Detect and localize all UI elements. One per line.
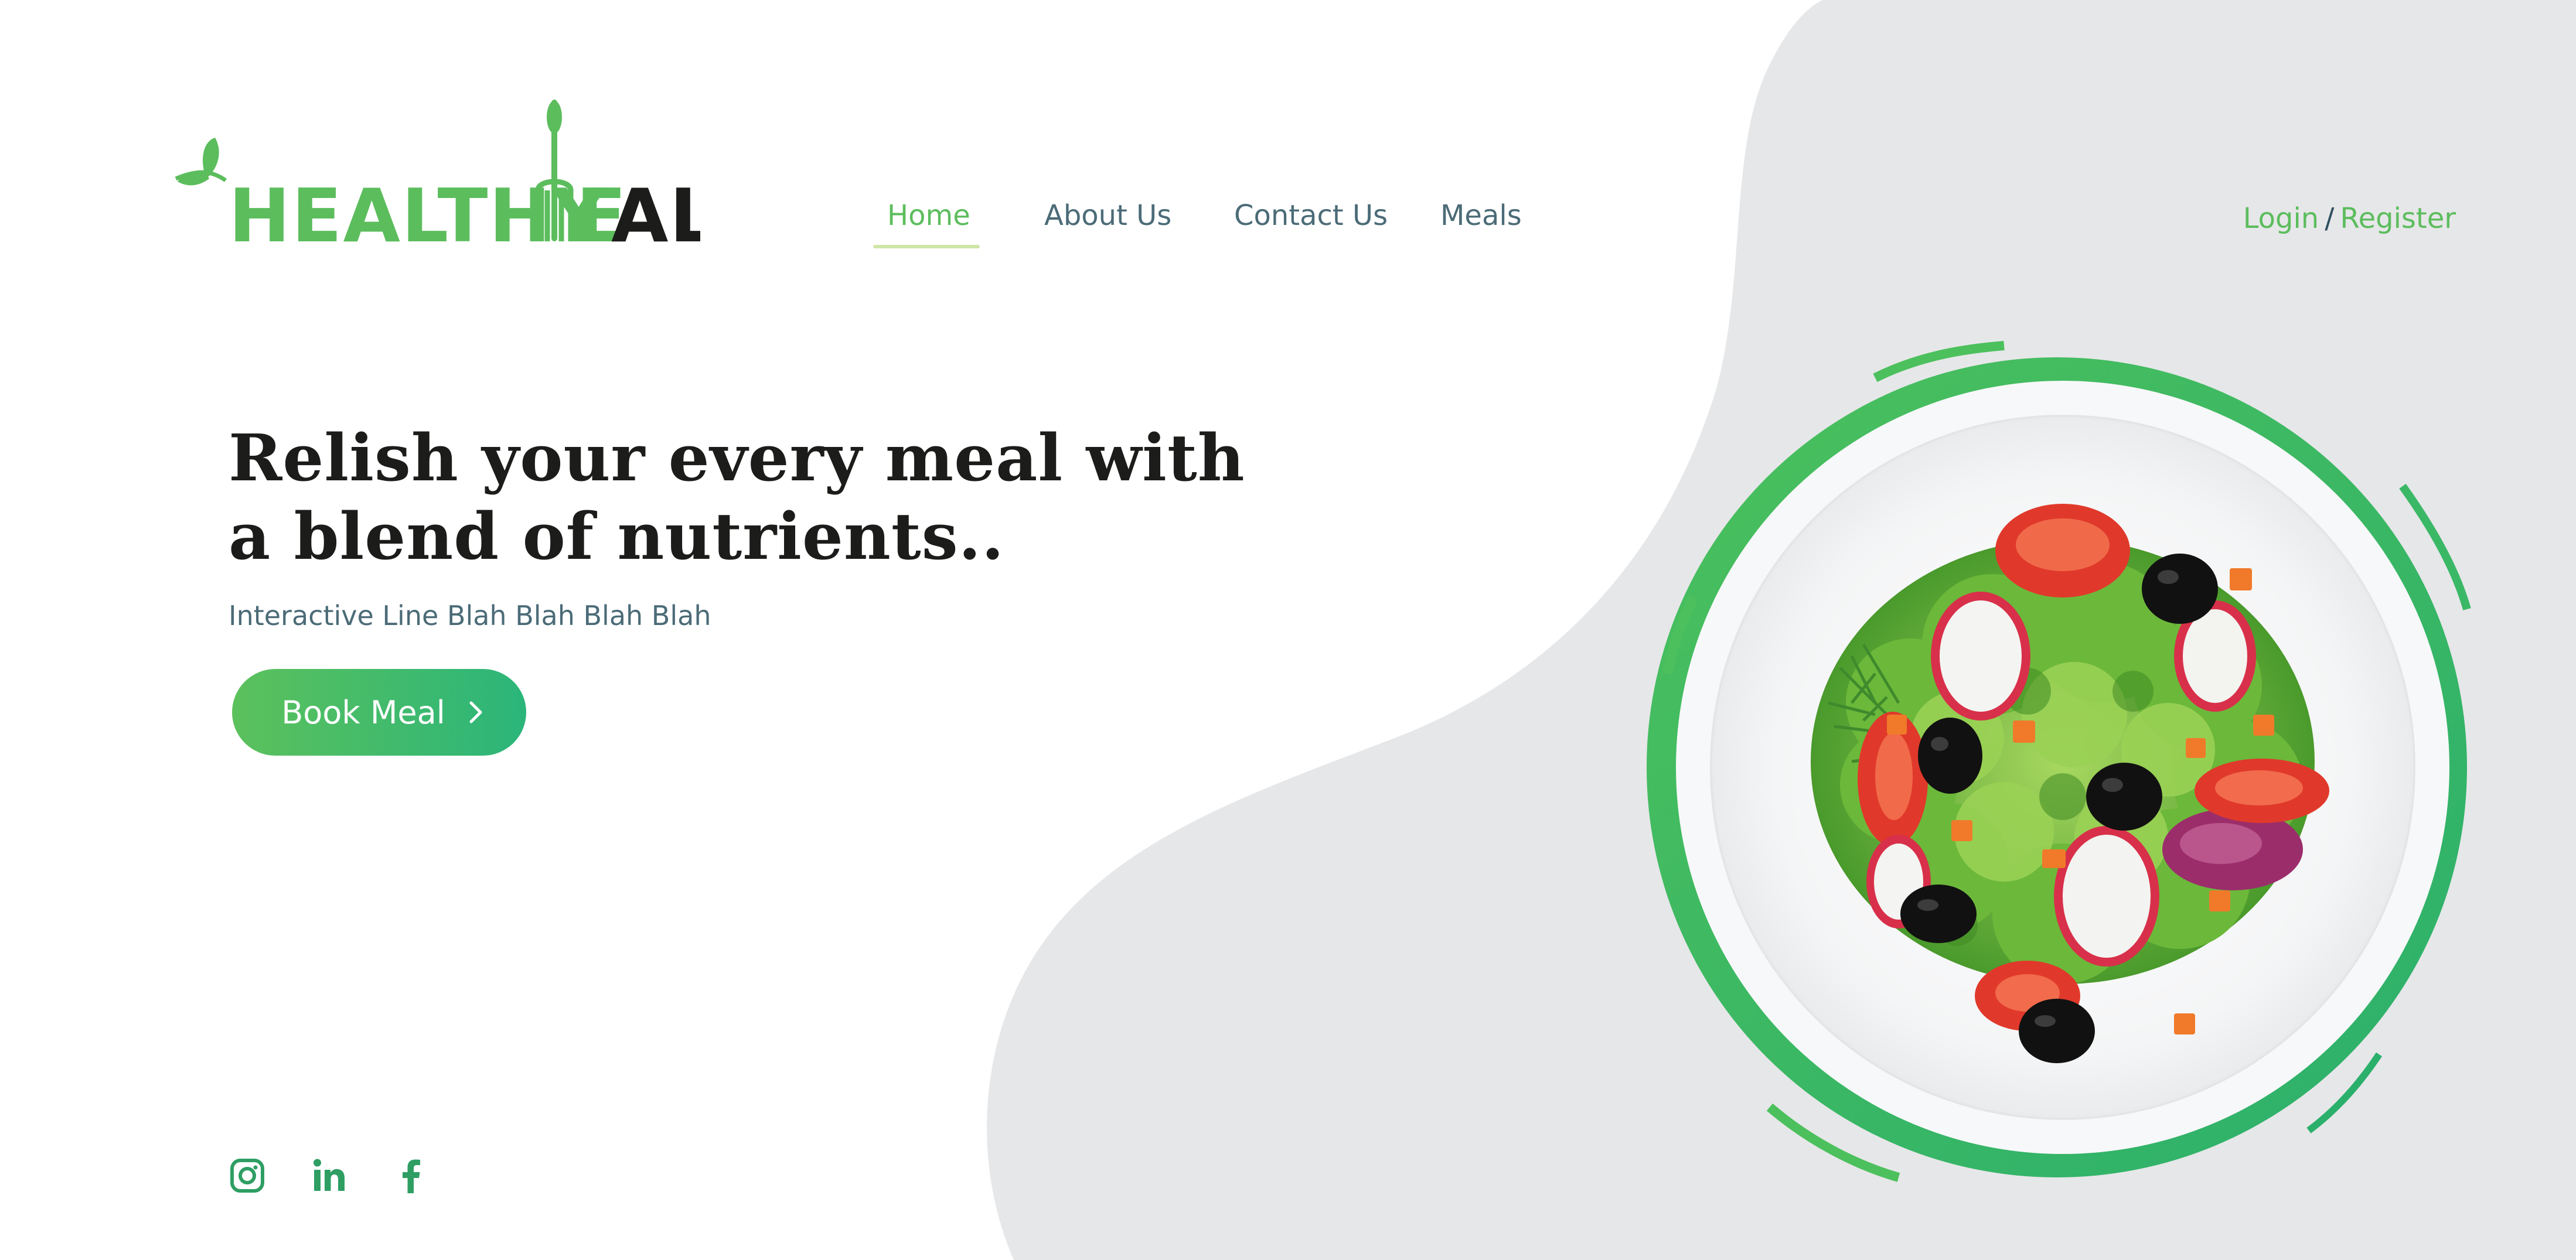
- landing-page: HEALTHY E AL Home About Us Contact Us Me…: [0, 0, 2576, 1260]
- linkedin-icon[interactable]: [311, 1157, 348, 1194]
- nav-contact-us-label: Contact Us: [1234, 199, 1388, 232]
- salad-plate-image: [1647, 341, 2471, 1182]
- nav-home-label: Home: [887, 199, 970, 232]
- hero-headline-line2: a blend of nutrients..: [229, 498, 1005, 574]
- nav-about-us-label: About Us: [1044, 199, 1172, 232]
- chevron-right-icon: [469, 701, 482, 723]
- nav-home[interactable]: Home: [873, 199, 980, 248]
- hero-subline: Interactive Line Blah Blah Blah Blah: [229, 600, 711, 631]
- healthy-meal-logo[interactable]: HEALTHY E AL: [173, 82, 700, 258]
- nav-meals-label: Meals: [1440, 199, 1522, 232]
- login-link[interactable]: Login: [2243, 202, 2319, 235]
- instagram-icon[interactable]: [229, 1157, 266, 1194]
- nav-meals[interactable]: Meals: [1440, 199, 1522, 232]
- nav-active-underline: [873, 245, 980, 248]
- hero-headline: Relish your every meal with a blend of n…: [229, 419, 1283, 576]
- book-meal-button[interactable]: Book Meal: [232, 669, 526, 756]
- nav-contact-us[interactable]: Contact Us: [1234, 199, 1388, 232]
- hero-headline-line1: Relish your every meal with: [229, 420, 1245, 496]
- nav-about-us[interactable]: About Us: [1044, 199, 1171, 232]
- register-link[interactable]: Register: [2340, 202, 2456, 235]
- auth-links: Login / Register: [2243, 202, 2456, 235]
- logo-text-dark: AL: [611, 173, 700, 258]
- book-meal-label: Book Meal: [281, 694, 445, 731]
- auth-separator: /: [2325, 202, 2335, 235]
- facebook-icon[interactable]: [393, 1157, 430, 1194]
